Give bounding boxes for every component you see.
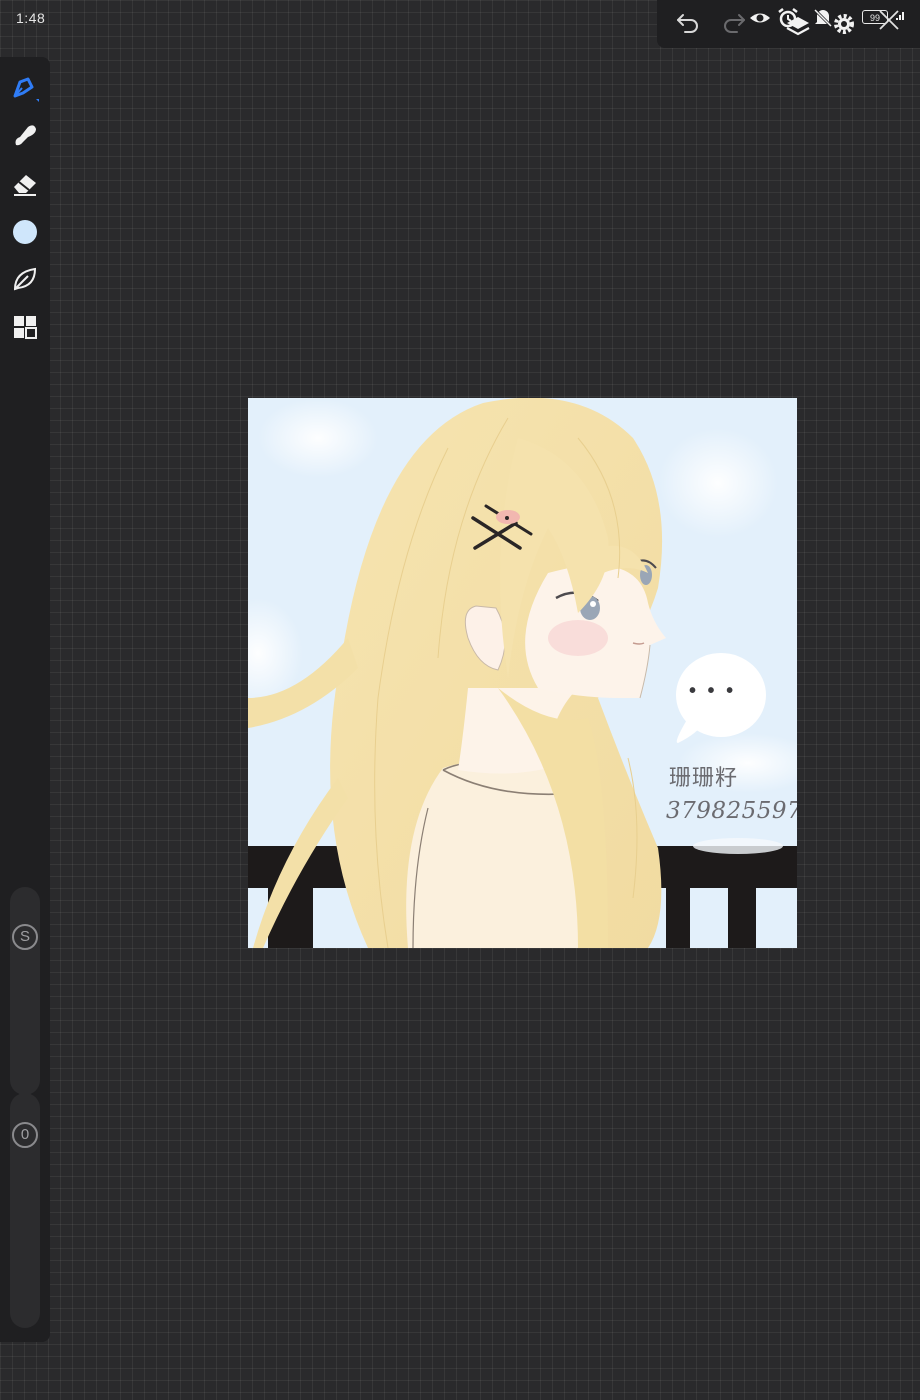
watermark-id: 379825597 [666, 798, 797, 824]
grid-icon[interactable] [9, 311, 41, 343]
signal-icon [889, 2, 917, 30]
redo-icon[interactable] [720, 8, 748, 36]
pen-icon[interactable] [9, 72, 41, 104]
smudge-icon[interactable] [9, 120, 41, 152]
gear-icon[interactable] [830, 10, 858, 38]
brush-size-slider[interactable] [10, 887, 40, 1095]
canvas-artwork[interactable]: • • • 珊珊籽 379825597 [248, 398, 797, 948]
left-toolbar [0, 57, 50, 342]
speech-bubble-dots: • • • [689, 680, 737, 702]
status-time: 1:48 [16, 10, 46, 26]
watermark-name: 珊珊籽 [669, 766, 739, 791]
eraser-icon[interactable] [9, 168, 41, 200]
eye-icon[interactable] [746, 4, 774, 32]
color-swatch-circle [13, 220, 37, 244]
leaf-icon[interactable] [9, 263, 41, 295]
brush-size-thumb[interactable]: S [12, 924, 38, 950]
left-sidebar: S 0 [0, 342, 50, 1342]
color-swatch[interactable] [9, 216, 41, 248]
top-toolbar: 99 [657, 0, 920, 48]
layers-icon[interactable] [784, 12, 812, 40]
undo-icon[interactable] [674, 8, 702, 36]
opacity-thumb[interactable]: 0 [12, 1122, 38, 1148]
artwork-illustration [248, 398, 797, 948]
